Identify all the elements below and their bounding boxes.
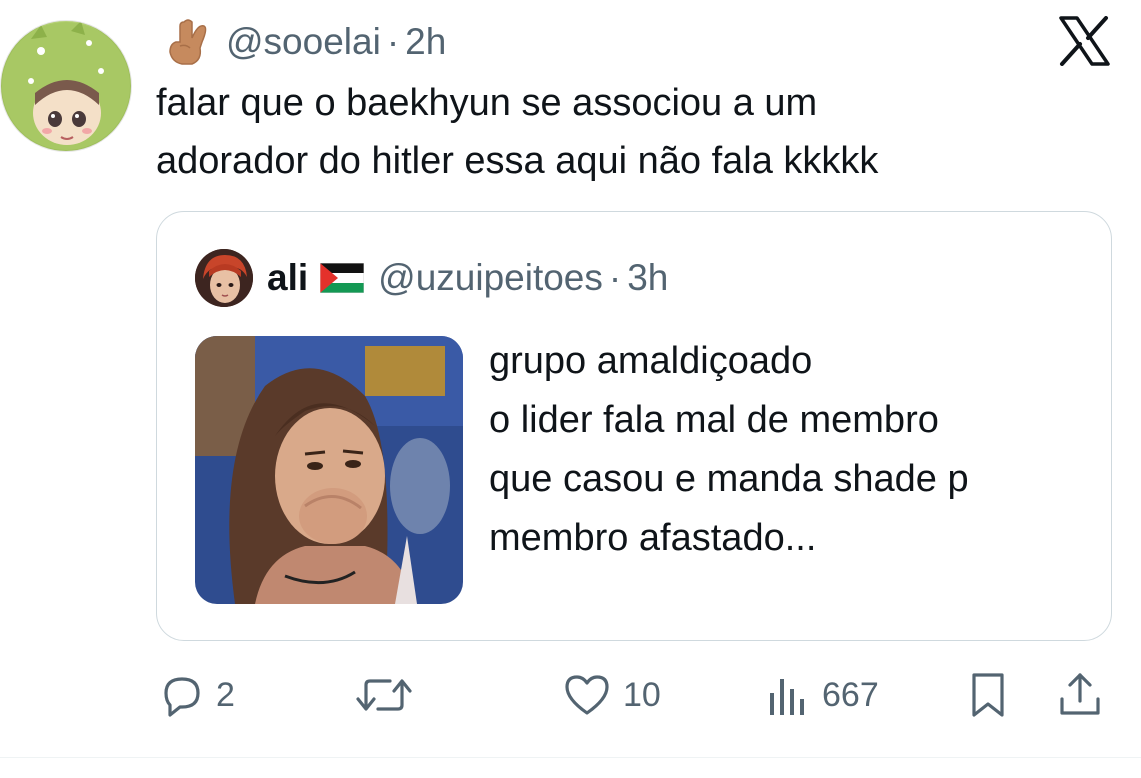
- quoted-timestamp[interactable]: 3h: [627, 257, 668, 299]
- separator-dot: ·: [386, 21, 400, 62]
- bookmark-button[interactable]: [966, 664, 1010, 726]
- heart-icon: [565, 675, 609, 715]
- avatar-illustration: [2, 21, 130, 150]
- tweet-text: falar que o baekhyun se associou a um ad…: [156, 82, 879, 182]
- retweet-icon: [356, 679, 412, 711]
- quoted-author-avatar[interactable]: [195, 249, 253, 307]
- quoted-tweet-text: grupo amaldiçoado o lider fala mal de me…: [489, 340, 969, 559]
- reply-count: 2: [216, 675, 235, 714]
- quoted-image-photo: [195, 336, 463, 604]
- separator-dot: ·: [608, 257, 622, 298]
- tweet-timestamp[interactable]: 2h: [405, 21, 446, 63]
- author-handle-time: @sooelai · 2h: [226, 21, 446, 63]
- reply-button[interactable]: 2: [160, 664, 235, 726]
- views-button[interactable]: 667: [766, 664, 879, 726]
- share-button[interactable]: [1058, 664, 1102, 726]
- tweet-action-bar: 2 10 667: [0, 664, 1141, 726]
- divider: [0, 757, 1141, 758]
- palestine-flag-icon: [320, 263, 365, 293]
- views-icon: [770, 679, 804, 715]
- views-count: 667: [822, 675, 879, 714]
- quoted-tweet-card[interactable]: ali @uzuipeitoes · 3h grupo amaldiçoado …: [156, 211, 1112, 641]
- crossed-fingers-emoji-icon: [169, 19, 207, 65]
- share-icon: [1060, 673, 1100, 715]
- tweet-screenshot: @sooelai · 2h falar que o baekhyun se as…: [0, 0, 1141, 778]
- quoted-author-handle[interactable]: @uzuipeitoes: [378, 257, 603, 299]
- like-button[interactable]: 10: [563, 664, 661, 726]
- author-avatar[interactable]: [0, 20, 132, 152]
- bookmark-icon: [972, 673, 1004, 717]
- x-logo-icon: [1059, 16, 1110, 66]
- retweet-button[interactable]: [356, 664, 424, 726]
- quoted-tweet-header: ali @uzuipeitoes · 3h: [195, 248, 668, 308]
- tweet-header: @sooelai · 2h: [162, 14, 446, 70]
- like-count: 10: [623, 675, 661, 714]
- quoted-tweet-image[interactable]: [195, 336, 463, 604]
- author-handle[interactable]: @sooelai: [226, 21, 381, 63]
- reply-icon: [164, 677, 200, 717]
- quoted-avatar-photo: [195, 249, 253, 307]
- quoted-author-name[interactable]: ali: [267, 257, 308, 299]
- quoted-handle-time: @uzuipeitoes · 3h: [378, 257, 668, 299]
